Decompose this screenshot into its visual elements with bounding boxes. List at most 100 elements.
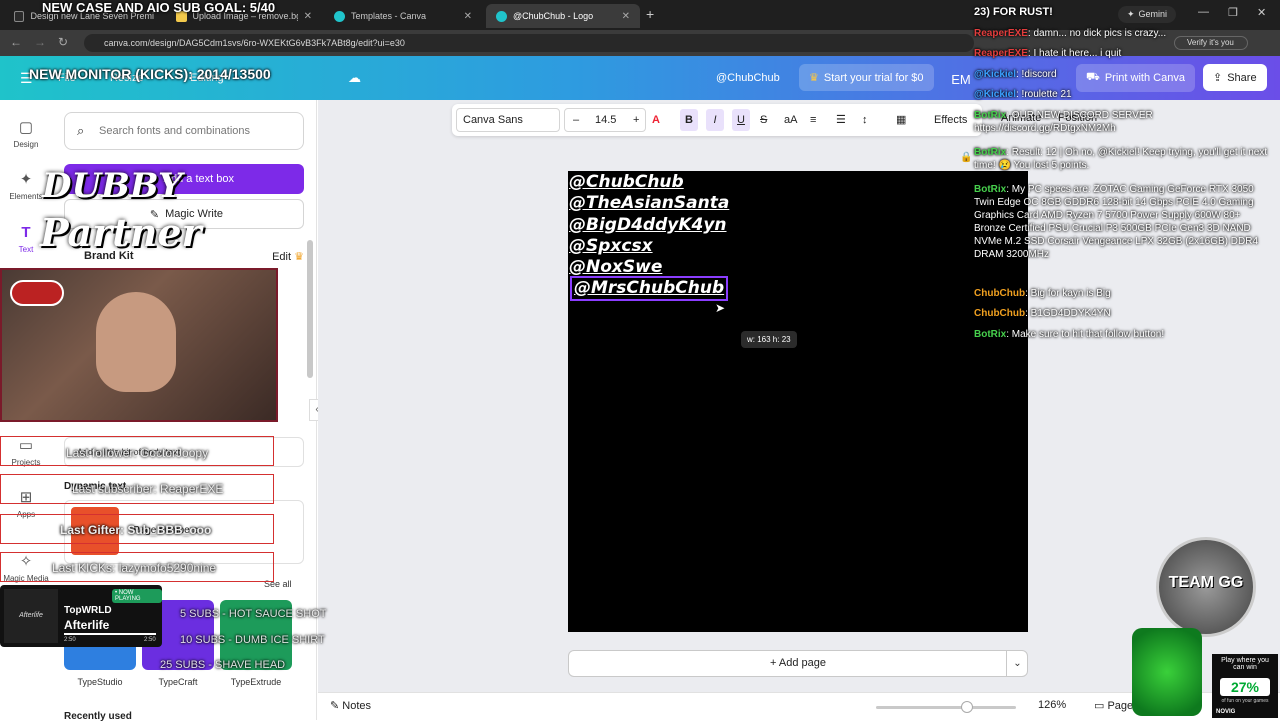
chat-user: ChubChub (974, 308, 1026, 319)
chat-text: : My PC specs are: ZOTAC Gaming GeForce … (974, 184, 1259, 260)
handle-text-2[interactable]: @TheAsianSanta (569, 193, 729, 214)
brand-kit-edit[interactable]: Edit ♛ (272, 250, 304, 263)
promo-subtext: of fun on your games (1221, 698, 1269, 704)
layout-icon: ▢ (18, 119, 34, 136)
font-family-value: Canva Sans (463, 114, 523, 126)
close-icon[interactable]: ✕ (304, 11, 312, 22)
design-title[interactable]: @ChubChub (716, 72, 780, 84)
zoom-value[interactable]: 126% (1038, 699, 1066, 711)
chat-message: @Kickiel: !roulette 21 (974, 88, 1274, 101)
now-playing-badge: • NOW PLAYING (112, 589, 162, 603)
tab-label: Templates - Canva (351, 11, 427, 21)
maximize-icon[interactable]: ❐ (1228, 6, 1238, 19)
chat-text: : Make sure to hit that follow button! (1006, 329, 1165, 340)
last-subscriber-text: Last subscriber: ReaperEXE (72, 482, 224, 496)
pages-icon: ▭ (1094, 700, 1105, 712)
panel-scrollbar[interactable] (307, 240, 313, 378)
handle-text-3[interactable]: @BigD4ddyK4yn (569, 215, 727, 236)
track-text: Afterlife (64, 618, 110, 632)
letter-case-icon[interactable]: aA (784, 104, 797, 136)
transparency-icon[interactable]: ▦ (896, 104, 906, 136)
url-field[interactable]: canva.com/design/DAG5Cdm1svs/6ro-WXEKtG6… (84, 34, 974, 52)
monitor-goal-text: NEW MONITOR (KICKS): 2014/13500 (29, 66, 271, 82)
album-art: Afterlife (4, 589, 58, 643)
text-color-icon[interactable]: A (652, 104, 660, 136)
cloud-saved-icon: ☁ (348, 70, 361, 85)
zoom-slider[interactable] (876, 706, 1016, 709)
webcam-face (96, 292, 176, 392)
notes-button[interactable]: ✎ Notes (330, 699, 371, 712)
notes-icon: ✎ (330, 700, 340, 712)
align-icon[interactable]: ≡ (810, 104, 816, 136)
case-goal-text: NEW CASE AND AIO SUB GOAL: 5/40 (42, 0, 276, 15)
chat-user: ChubChub (974, 288, 1026, 299)
promo-brand: NOVIG (1216, 709, 1236, 715)
tab-templates-canva[interactable]: Templates - Canva ✕ (324, 4, 482, 28)
handle-text-6-selected[interactable]: @MrsChubChub (569, 276, 729, 301)
search-icon: ⌕ (77, 123, 85, 138)
rail-label: Design (13, 140, 39, 149)
total-time: 2:50 (144, 637, 156, 643)
new-tab-button[interactable]: + (646, 6, 654, 22)
partner-logo-text: Partner (40, 210, 202, 255)
spacing-icon[interactable]: ↕ (862, 104, 868, 136)
italic-icon[interactable]: I (706, 109, 724, 131)
underline-icon[interactable]: U (732, 109, 750, 131)
decrease-size-button[interactable]: – (573, 109, 579, 131)
list-icon[interactable]: ☰ (836, 104, 846, 136)
minimize-icon[interactable]: — (1198, 6, 1209, 18)
increase-size-button[interactable]: + (633, 109, 639, 131)
chat-message: BotRix: Make sure to hit that follow but… (974, 328, 1274, 341)
back-icon[interactable]: ← (10, 35, 22, 49)
tab-chubchub-logo[interactable]: @ChubChub - Logo ✕ (486, 4, 640, 28)
add-page-button[interactable]: + Add page (568, 650, 1028, 677)
chat-message: ChubChub: Big for kayn is Big (974, 287, 1274, 300)
promo-percent: 27% (1220, 678, 1270, 696)
now-playing-widget: Afterlife • NOW PLAYING TopWRLD Afterlif… (0, 585, 162, 647)
handle-text-1[interactable]: @ChubChub (569, 172, 684, 193)
bold-icon[interactable]: B (680, 109, 698, 131)
lock-icon[interactable]: 🔒 (960, 152, 972, 163)
chat-message: ChubChub: B1GD4DDYK4YN (974, 307, 1274, 320)
chat-text: : !discord (1016, 69, 1057, 80)
font-size-stepper[interactable]: – 14.5 + (564, 108, 646, 132)
close-icon[interactable]: ✕ (464, 11, 472, 22)
handle-text-4[interactable]: @Spxcsx (569, 236, 653, 257)
artist-text: TopWRLD (64, 605, 112, 616)
handle-text-5[interactable]: @NoxSwe (569, 257, 662, 278)
chat-text: : B1GD4DDYK4YN (1025, 308, 1111, 319)
text-toolbar: Canva Sans – 14.5 + A B I U S aA ≡ ☰ ↕ ▦… (452, 104, 982, 136)
start-trial-button[interactable]: ♛ Start your trial for $0 (799, 64, 934, 91)
notes-label: Notes (342, 700, 372, 712)
promo-text: Play where you can win (1221, 657, 1269, 671)
rail-item-design[interactable]: ▢ Design (0, 118, 52, 149)
novig-promo: Play where you can win 27% of fun on you… (1212, 654, 1278, 718)
chevron-down-icon[interactable]: ⌄ (1006, 650, 1028, 677)
typecraft-label: TypeCraft (158, 677, 198, 687)
chat-message: BotRix: OUR NEW DISCORD SERVER https://d… (974, 109, 1274, 135)
subs-goal-line-1: 5 SUBS - HOT SAUCE SHOT (180, 608, 327, 620)
font-size-value[interactable]: 14.5 (595, 109, 616, 131)
font-search-input[interactable]: ⌕ Search fonts and combinations (64, 112, 304, 150)
forward-icon[interactable]: → (34, 35, 46, 49)
effects-button[interactable]: Effects (934, 104, 967, 136)
window-close-icon[interactable]: ✕ (1257, 6, 1266, 19)
font-family-select[interactable]: Canva Sans (456, 108, 560, 132)
gemini-button[interactable]: ✦ Gemini (1118, 6, 1177, 23)
progress-bar (64, 633, 156, 635)
url-text: canva.com/design/DAG5Cdm1svs/6ro-WXEKtG6… (104, 38, 405, 48)
subs-goal-line-3: 25 SUBS - SHAVE HEAD (160, 659, 286, 671)
reload-icon[interactable]: ↻ (58, 35, 68, 49)
strikethrough-icon[interactable]: S (760, 104, 767, 136)
typestudio-label: TypeStudio (77, 677, 123, 687)
rust-text: 23) FOR RUST! (974, 6, 1053, 18)
asiansanta-badge (10, 280, 64, 306)
close-icon[interactable]: ✕ (622, 11, 630, 22)
zoom-slider-thumb[interactable] (961, 701, 973, 713)
cursor-pointer-icon: ➤ (715, 301, 726, 315)
crown-icon: ♛ (294, 251, 304, 263)
chat-user: @Kickiel (974, 89, 1016, 100)
canva-icon (334, 10, 345, 22)
avatar[interactable]: EM (946, 66, 976, 92)
chat-text: : damn... no dick pics is crazy... (1027, 28, 1167, 39)
